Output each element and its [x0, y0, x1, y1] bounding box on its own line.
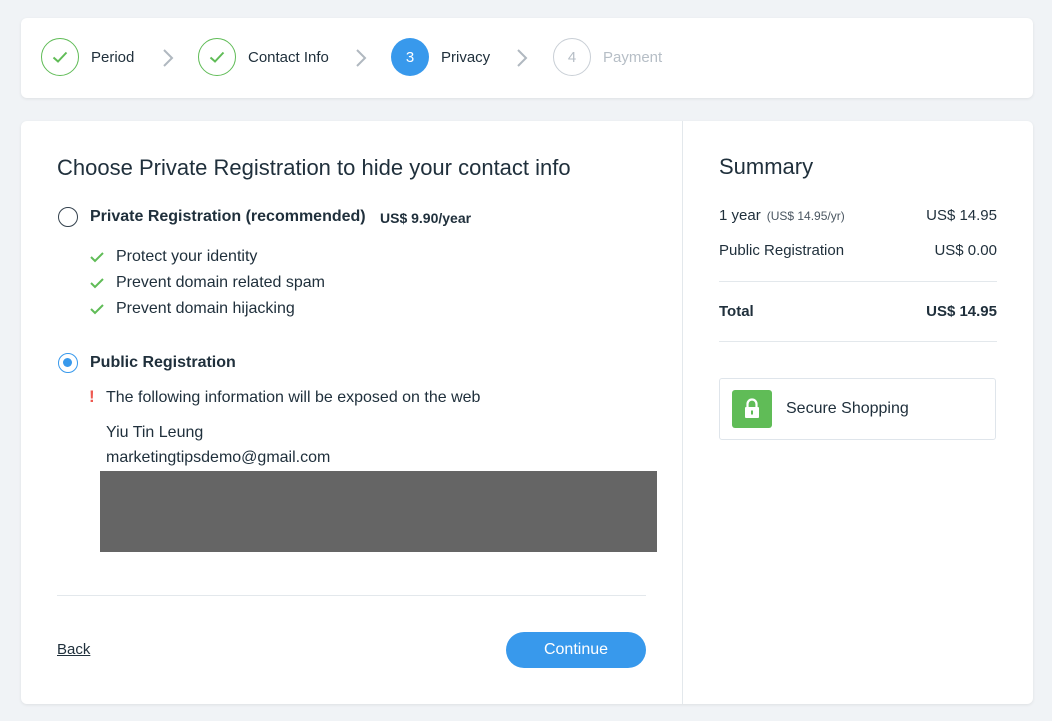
- secure-shopping-badge: Secure Shopping: [719, 378, 996, 440]
- exposure-warning: The following information will be expose…: [106, 389, 481, 406]
- continue-button[interactable]: Continue: [506, 632, 646, 668]
- warning-icon: !: [89, 387, 95, 406]
- summary-divider: [719, 281, 997, 282]
- summary-registration-label: Public Registration: [719, 242, 845, 259]
- secure-shopping-label: Secure Shopping: [786, 400, 909, 417]
- footer-divider: [57, 595, 646, 596]
- check-icon: [90, 278, 104, 289]
- public-registration-label[interactable]: Public Registration: [90, 354, 236, 372]
- step-2-label: Contact Info: [248, 49, 329, 66]
- step-3-number: 3: [391, 38, 429, 76]
- private-registration-radio[interactable]: [58, 207, 78, 227]
- contact-name: Yiu Tin Leung: [106, 424, 204, 441]
- benefit-item: Prevent domain related spam: [116, 274, 325, 291]
- private-registration-label[interactable]: Private Registration (recommended): [90, 208, 366, 226]
- chevron-right-icon: [517, 49, 528, 67]
- summary-title: Summary: [719, 154, 814, 179]
- benefit-item: Protect your identity: [116, 248, 258, 265]
- summary-total-label: Total: [719, 303, 754, 320]
- summary-period-value: US$ 14.95: [926, 207, 997, 224]
- step-4-number: 4: [553, 38, 591, 76]
- checkout-stepper: Period Contact Info 3 Privacy 4 Payment: [21, 18, 1033, 98]
- redacted-block: [100, 471, 657, 552]
- check-icon: [90, 304, 104, 315]
- chevron-right-icon: [356, 49, 367, 67]
- page-title: Choose Private Registration to hide your…: [57, 155, 571, 180]
- check-icon: [90, 252, 104, 263]
- period-text: 1 year: [719, 207, 761, 224]
- lock-icon: [732, 390, 772, 428]
- summary-registration-value: US$ 0.00: [934, 242, 997, 259]
- benefit-item: Prevent domain hijacking: [116, 300, 295, 317]
- step-1-complete-icon: [41, 38, 79, 76]
- chevron-right-icon: [163, 49, 174, 67]
- period-rate: (US$ 14.95/yr): [766, 209, 845, 223]
- step-3-label: Privacy: [441, 49, 491, 66]
- step-4-label: Payment: [603, 49, 663, 66]
- registration-card: Choose Private Registration to hide your…: [21, 121, 1033, 704]
- contact-email: marketingtipsdemo@gmail.com: [106, 449, 331, 466]
- summary-divider: [719, 341, 997, 342]
- step-1-label: Period: [91, 49, 135, 66]
- back-link[interactable]: Back: [57, 641, 90, 658]
- summary-total-value: US$ 14.95: [926, 303, 997, 320]
- step-2-complete-icon: [198, 38, 236, 76]
- summary-period-label: 1 year (US$ 14.95/yr): [719, 207, 845, 224]
- column-divider: [682, 121, 683, 704]
- public-registration-radio[interactable]: [58, 353, 78, 373]
- private-registration-price: US$ 9.90/year: [380, 210, 472, 226]
